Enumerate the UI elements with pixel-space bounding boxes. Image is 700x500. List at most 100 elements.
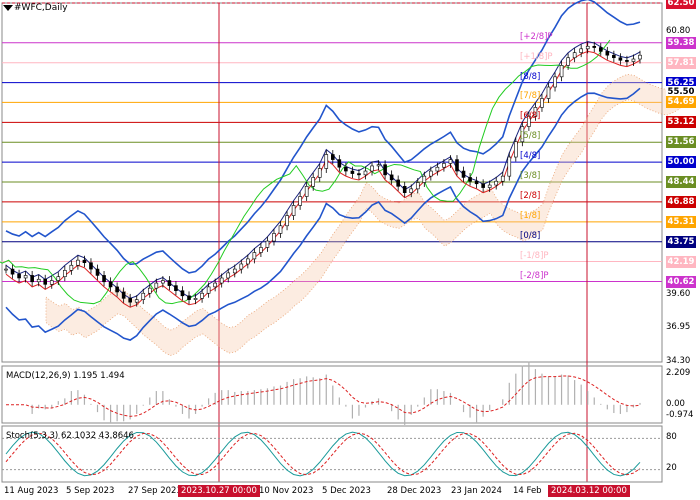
candle-body <box>285 215 289 227</box>
candle-body <box>311 177 315 187</box>
price-tick: 39.60 <box>666 289 691 299</box>
candle-body <box>200 292 204 299</box>
candle-body <box>213 282 217 288</box>
candle-body <box>246 258 250 265</box>
candle-body <box>415 182 420 190</box>
candle-body <box>56 276 61 281</box>
candle-body <box>592 45 597 48</box>
candle-body <box>376 164 381 167</box>
price-level-tag: 45.31 <box>666 215 696 228</box>
candle-body <box>193 298 198 300</box>
candle-body <box>350 170 355 174</box>
price-level-tag: 50.00 <box>666 156 696 169</box>
candle-body <box>4 268 8 271</box>
candle-body <box>612 54 616 59</box>
price-tick: 36.95 <box>666 322 691 332</box>
candle-body <box>272 233 276 242</box>
candle-body <box>180 290 185 297</box>
candle-body <box>95 268 100 276</box>
candle-body <box>324 154 329 169</box>
murray-level-label: [2/8] <box>520 190 541 201</box>
price-tick: 34.30 <box>666 356 691 366</box>
candle-body <box>370 165 374 172</box>
candle-body <box>507 156 512 177</box>
candle-body <box>357 173 361 176</box>
candle-body <box>30 275 34 283</box>
candle-body <box>337 159 342 168</box>
candle-body <box>566 57 570 66</box>
candle-body <box>598 47 603 52</box>
candle-body <box>474 180 479 185</box>
candle-body <box>147 287 152 294</box>
candle-body <box>43 278 48 285</box>
candle-body <box>115 286 119 293</box>
chart-menu-triangle-icon[interactable] <box>3 5 13 11</box>
macd-tick: 0.00 <box>666 399 685 409</box>
time-highlight: 2023.10.27 00:00 <box>178 485 260 497</box>
chart-canvas[interactable] <box>0 0 700 500</box>
price-level-tag: 57.81 <box>666 56 696 69</box>
candle-body <box>625 59 629 62</box>
price-level-tag: 46.88 <box>666 195 696 208</box>
candle-body <box>17 273 21 279</box>
price-level-tag: 51.56 <box>666 136 696 149</box>
candle-body <box>265 240 270 248</box>
price-level-tag: 40.62 <box>666 275 696 288</box>
candle-body <box>585 45 590 50</box>
macd-tick: 2.209 <box>666 368 691 378</box>
stoch-label: Stoch(5,3,3) 62.1032 43.8646 <box>6 431 134 441</box>
candle-body <box>383 164 387 176</box>
murray-level-label: [+1/8]P <box>520 51 553 62</box>
candle-body <box>487 184 492 188</box>
time-tick: 27 Sep 2023 <box>128 486 182 496</box>
candle-body <box>161 280 165 284</box>
murray-level-label: [4/8] <box>520 151 541 162</box>
candle-body <box>187 295 191 300</box>
candle-body <box>252 252 257 260</box>
candle-body <box>514 141 518 158</box>
candle-body <box>572 52 577 59</box>
murray-level-label: [8/8] <box>520 71 541 82</box>
candle-body <box>435 166 440 172</box>
candle-body <box>141 292 146 300</box>
candle-body <box>23 275 28 279</box>
candle-body <box>206 286 211 294</box>
candle-body <box>461 170 466 178</box>
price-level-tag: 53.12 <box>666 116 696 129</box>
candle-body <box>298 196 302 206</box>
candle-body <box>10 268 15 275</box>
candle-body <box>344 166 348 172</box>
price-level-tag: 43.75 <box>666 235 696 248</box>
candle-body <box>49 280 54 285</box>
candle-body <box>579 48 583 53</box>
candle-body <box>442 163 446 168</box>
candle-body <box>304 186 309 197</box>
candle-body <box>618 57 623 61</box>
candle-body <box>546 86 551 99</box>
candle-body <box>389 174 394 181</box>
candle-body <box>76 259 80 266</box>
candle-body <box>331 154 335 160</box>
candle-body <box>605 51 610 56</box>
murray-level-label: [-2/8]P <box>520 270 549 281</box>
candle-body <box>396 179 400 187</box>
candle-body <box>540 98 544 108</box>
price-level-tag: 62.50 <box>666 0 696 9</box>
candle-body <box>494 180 499 186</box>
candle-body <box>429 170 433 177</box>
candle-body <box>174 285 178 292</box>
candle-body <box>82 259 87 264</box>
murray-level-label: [6/8] <box>520 111 541 122</box>
price-level-tag: 48.44 <box>666 175 696 188</box>
candle-body <box>278 225 283 234</box>
murray-level-label: [3/8] <box>520 170 541 181</box>
time-highlight: 2024.03.12 00:00 <box>548 485 630 497</box>
candle-body <box>219 277 224 284</box>
murray-level-label: [-1/8]P <box>520 250 549 261</box>
candle-body <box>69 264 74 271</box>
candle-body <box>631 58 636 62</box>
candle-body <box>232 268 237 274</box>
murray-level-label: [7/8] <box>520 91 541 102</box>
time-tick: 10 Nov 2023 <box>259 486 314 496</box>
stoch-tick: 80 <box>666 432 677 442</box>
